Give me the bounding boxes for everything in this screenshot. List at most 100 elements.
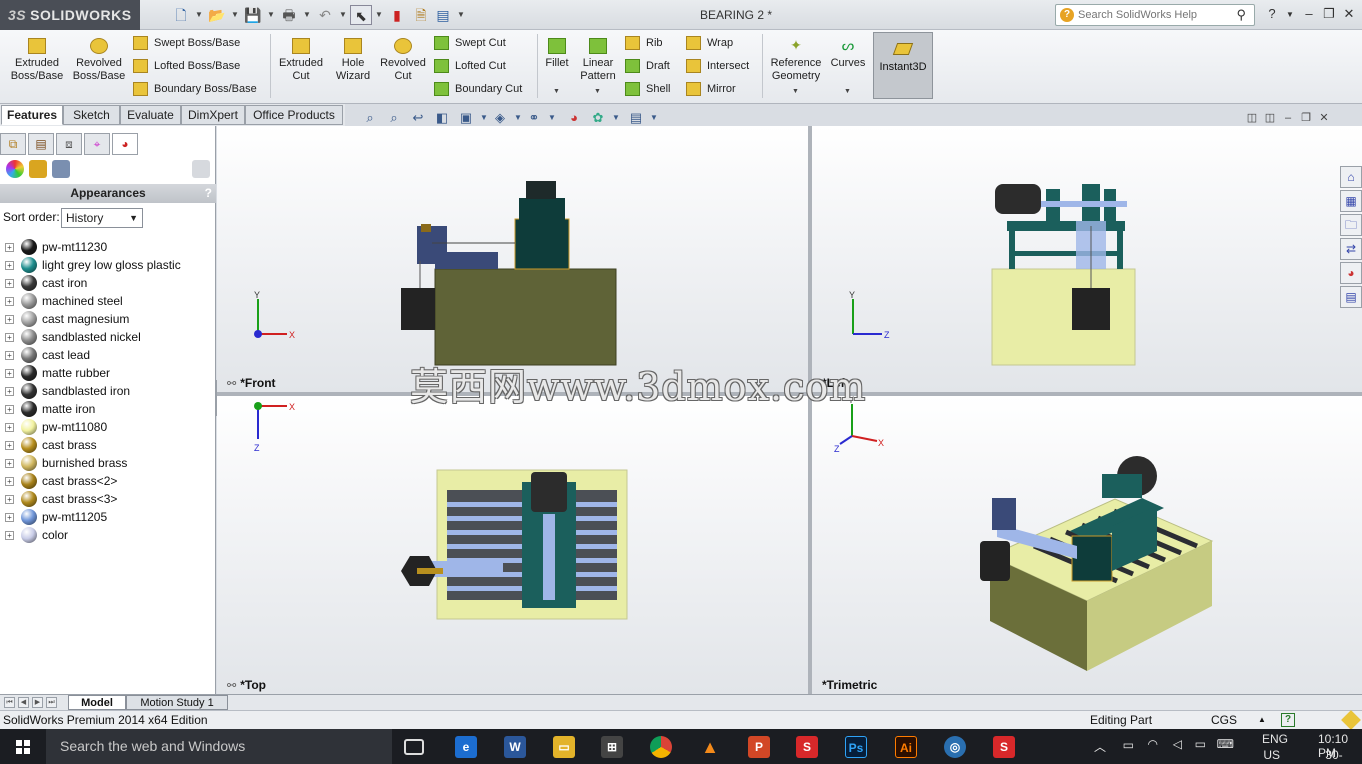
file-explorer-icon[interactable]: 🗀 (1340, 214, 1362, 236)
section-view-icon[interactable]: ◧ (434, 110, 450, 126)
expand-icon[interactable]: + (5, 261, 14, 270)
message-icon[interactable]: ▭ (1195, 737, 1206, 751)
units-text[interactable]: CGS (1211, 711, 1237, 729)
swept-boss-button[interactable]: Swept Boss/Base (133, 34, 240, 52)
new-document-icon[interactable]: 🗋 (170, 5, 192, 25)
property-manager-icon[interactable]: ▤ (28, 133, 54, 155)
reference-geometry-button[interactable]: ✦ Reference Geometry (766, 38, 826, 83)
revolved-cut-button[interactable]: Revolved Cut (378, 38, 428, 83)
next-tab-icon[interactable]: ▶ (32, 697, 43, 708)
edge-icon[interactable]: e (455, 736, 477, 758)
intersect-button[interactable]: Intersect (686, 57, 749, 75)
tree-item[interactable]: + cast iron (0, 274, 216, 292)
expand-icon[interactable]: + (5, 477, 14, 486)
home-icon[interactable]: ⌂ (1340, 166, 1362, 188)
tab-sketch[interactable]: Sketch (63, 105, 120, 125)
expand-icon[interactable]: + (5, 423, 14, 432)
tree-item[interactable]: + cast brass<2> (0, 472, 216, 490)
display-style-icon[interactable]: ◈ (492, 110, 508, 126)
link-views-icon[interactable]: ⚯ (227, 679, 236, 692)
chevron-down-icon[interactable]: ▼ (844, 88, 851, 95)
extruded-cut-button[interactable]: Extruded Cut (274, 38, 328, 83)
tree-item[interactable]: + cast brass (0, 436, 216, 454)
viewport-top[interactable]: X Z ⚯ *Top (217, 396, 808, 694)
expand-icon[interactable]: + (5, 531, 14, 540)
hole-wizard-button[interactable]: Hole Wizard (330, 38, 376, 83)
clock-date[interactable]: 30-01-2016 (1325, 748, 1352, 764)
view-orientation-icon[interactable]: ▣ (458, 110, 474, 126)
configuration-manager-icon[interactable]: ⧈ (56, 133, 82, 155)
sort-order-select[interactable]: History ▼ (61, 208, 143, 228)
lofted-cut-button[interactable]: Lofted Cut (434, 57, 506, 75)
chevron-down-icon[interactable]: ▼ (456, 5, 466, 25)
tree-item[interactable]: + burnished brass (0, 454, 216, 472)
settings-icon[interactable] (192, 160, 210, 178)
link-views-icon[interactable]: ⚯ (227, 377, 236, 390)
extruded-boss-button[interactable]: Extruded Boss/Base (6, 38, 68, 83)
linear-pattern-button[interactable]: Linear Pattern (576, 38, 620, 83)
restore-icon[interactable]: ❐ (1320, 6, 1338, 22)
help-icon[interactable]: ? (1281, 713, 1295, 727)
app-icon[interactable]: ◎ (944, 736, 966, 758)
start-button[interactable] (0, 729, 46, 764)
tab-features[interactable]: Features (1, 105, 63, 125)
chevron-down-icon[interactable]: ▼ (338, 5, 348, 25)
tree-item[interactable]: + cast magnesium (0, 310, 216, 328)
language-indicator[interactable]: ENG (1262, 732, 1288, 746)
custom-properties-icon[interactable]: ▤ (1340, 286, 1362, 308)
tree-item[interactable]: + light grey low gloss plastic (0, 256, 216, 274)
chevron-down-icon[interactable]: ▼ (476, 110, 492, 126)
zoom-to-area-icon[interactable]: ⌕ (386, 110, 402, 126)
expand-icon[interactable]: + (5, 351, 14, 360)
volume-icon[interactable]: ◁ (1173, 737, 1182, 751)
battery-icon[interactable]: ▭ (1123, 738, 1134, 752)
expand-icon[interactable]: + (5, 405, 14, 414)
print-icon[interactable]: 🖶 (278, 5, 300, 25)
undo-icon[interactable]: ↶ (314, 5, 336, 25)
expand-icon[interactable]: + (5, 495, 14, 504)
tree-item[interactable]: + sandblasted iron (0, 382, 216, 400)
tree-item[interactable]: + matte iron (0, 400, 216, 418)
boundary-cut-button[interactable]: Boundary Cut (434, 80, 522, 98)
apply-scene-icon[interactable]: ✿ (590, 110, 606, 126)
chevron-down-icon[interactable]: ▼ (230, 5, 240, 25)
close-icon[interactable]: ✕ (1340, 6, 1358, 22)
previous-view-icon[interactable]: ↩ (410, 110, 426, 126)
expand-icon[interactable]: + (5, 441, 14, 450)
hide-show-items-icon[interactable]: ⚭ (526, 110, 542, 126)
help-search-box[interactable]: ? ⚲ (1055, 4, 1255, 26)
feature-manager-icon[interactable]: ⧉ (0, 133, 26, 155)
powerpoint-icon[interactable]: P (748, 736, 770, 758)
photoshop-icon[interactable]: Ps (845, 736, 867, 758)
chevron-down-icon[interactable]: ▼ (374, 5, 384, 25)
viewport-front[interactable]: Y X ⚯ *Front (217, 126, 808, 392)
design-library-icon[interactable]: ▦ (1340, 190, 1362, 212)
revolved-boss-button[interactable]: Revolved Boss/Base (70, 38, 128, 83)
expand-icon[interactable]: + (5, 279, 14, 288)
lofted-boss-button[interactable]: Lofted Boss/Base (133, 57, 240, 75)
solidworks-logo[interactable]: 3S SOLIDWORKS (0, 0, 140, 30)
tab-motion-study[interactable]: Motion Study 1 (126, 695, 228, 710)
chrome-icon[interactable] (650, 736, 672, 758)
tree-item[interactable]: + pw-mt11080 (0, 418, 216, 436)
region-indicator[interactable]: US (1263, 748, 1280, 762)
scene-lights-cameras-icon[interactable] (52, 160, 70, 178)
file-explorer-icon[interactable]: ▭ (553, 736, 575, 758)
expand-icon[interactable]: + (5, 459, 14, 468)
view-palette-icon[interactable]: ⇄ (1340, 238, 1362, 260)
tree-item[interactable]: + sandblasted nickel (0, 328, 216, 346)
restore-icon[interactable]: ❐ (1297, 111, 1315, 124)
file-properties-icon[interactable]: 🗎 (410, 5, 432, 25)
first-tab-icon[interactable]: ⏮ (4, 697, 15, 708)
tile-icon[interactable]: ◫ (1243, 111, 1261, 124)
tree-item[interactable]: + pw-mt11205 (0, 508, 216, 526)
fillet-button[interactable]: Fillet (541, 38, 573, 70)
keyboard-icon[interactable]: ⌨ (1217, 737, 1234, 751)
mirror-button[interactable]: Mirror (686, 80, 736, 98)
decals-icon[interactable] (29, 160, 47, 178)
open-folder-icon[interactable]: 📂 (206, 5, 228, 25)
tab-model[interactable]: Model (68, 695, 126, 710)
tree-item[interactable]: + machined steel (0, 292, 216, 310)
select-arrow-icon[interactable]: ⬉ (350, 5, 372, 25)
rebuild-status-icon[interactable] (1341, 710, 1361, 730)
